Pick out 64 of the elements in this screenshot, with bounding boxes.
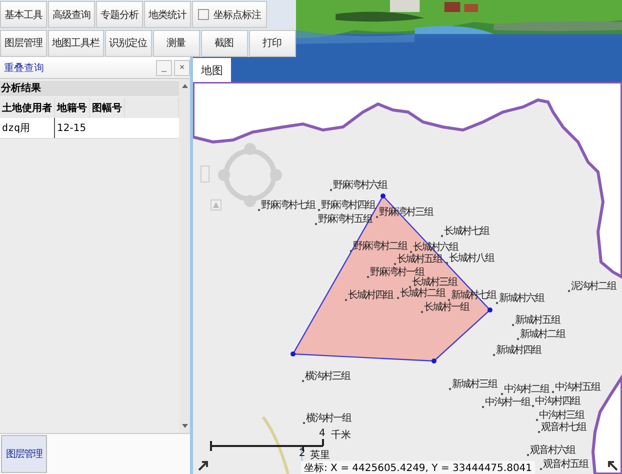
place-label: 长城村二组 xyxy=(397,288,445,300)
scroll-down-icon[interactable] xyxy=(180,423,188,429)
toolbar-button[interactable]: 图层管理 xyxy=(0,30,47,56)
place-label: 长城村一组 xyxy=(421,302,469,314)
place-label: 新城村二组 xyxy=(517,329,565,341)
coordinates-readout: 坐标: X = 4425605.4249, Y = 33444475.8041 xyxy=(301,461,536,474)
place-label: 野麻湾村四组 xyxy=(318,200,375,212)
place-label: 中沟村五组 xyxy=(552,382,600,394)
place-label: 新城村七组 xyxy=(448,290,496,302)
place-label: 观音村六组 xyxy=(527,445,575,457)
arrow-icon[interactable] xyxy=(608,461,618,471)
toolbar-button[interactable]: 截图 xyxy=(200,30,248,56)
road-line xyxy=(262,416,290,474)
place-label: 野麻湾村六组 xyxy=(330,180,387,192)
checkbox-button[interactable]: 坐标点标注 xyxy=(192,1,267,28)
place-label: 长城村七组 xyxy=(441,226,489,238)
place-label: 长城村八组 xyxy=(446,253,494,265)
place-label: 中沟村二组 xyxy=(501,384,549,396)
toolbar-button[interactable]: 专题分析 xyxy=(96,1,143,28)
column-header[interactable]: 图幅号 xyxy=(90,98,124,118)
table-cell: dzq用 xyxy=(0,118,54,138)
place-label: 中沟村三组 xyxy=(536,410,584,422)
place-label: 长城村四组 xyxy=(345,290,393,302)
panel-tab[interactable]: 图层管理 xyxy=(1,435,47,473)
place-label: 新城村四组 xyxy=(493,345,541,357)
minimize-button[interactable]: _ xyxy=(156,60,172,76)
scale-unit: 英里 xyxy=(310,448,330,462)
scale-label: 4 xyxy=(319,428,326,439)
scale-label: 2 xyxy=(299,448,306,459)
toolbar-button[interactable]: 地类统计 xyxy=(144,1,191,28)
column-header[interactable]: 地籍号 xyxy=(54,98,90,118)
place-label: 野麻湾村七组 xyxy=(258,200,315,212)
toolbar-button[interactable]: 高级查询 xyxy=(48,1,95,28)
toolbar-button[interactable]: 基本工具 xyxy=(0,1,47,28)
panel-title: 重叠查询 xyxy=(4,62,45,74)
scale-unit: 千米 xyxy=(331,428,351,442)
section-header: 分析结果 xyxy=(0,81,179,96)
place-label: 长城村五组 xyxy=(394,254,442,266)
arrow-icon[interactable] xyxy=(198,461,208,471)
place-label: 长城村三组 xyxy=(409,277,457,289)
place-label: 新城村三组 xyxy=(449,379,497,391)
place-label: 观音村五组 xyxy=(540,459,588,471)
table-cell: 12-15 xyxy=(54,118,90,138)
place-label: 横沟村三组 xyxy=(302,371,350,383)
toolbar-button[interactable]: 地图工具栏 xyxy=(48,30,104,56)
place-label: 新城村六组 xyxy=(496,293,544,305)
map-canvas[interactable] xyxy=(193,82,622,474)
map-tab[interactable]: 地图 xyxy=(193,58,231,82)
place-label: 观音村七组 xyxy=(538,422,586,434)
place-label: 中沟村四组 xyxy=(532,396,580,408)
place-label: 横沟村一组 xyxy=(303,413,351,425)
place-label: 新城村五组 xyxy=(512,315,560,327)
place-label: 中沟村一组 xyxy=(482,397,530,409)
checkbox[interactable] xyxy=(198,9,210,20)
scrollbar[interactable] xyxy=(179,79,190,433)
column-header[interactable]: 土地使用者 xyxy=(0,98,54,118)
toolbar-button[interactable]: 打印 xyxy=(248,30,296,56)
place-label: 泥沟村二组 xyxy=(568,281,616,293)
place-label: 长城村六组 xyxy=(410,242,458,254)
scroll-up-icon[interactable] xyxy=(180,83,188,89)
close-button[interactable]: × xyxy=(174,60,190,76)
toolbar-button[interactable]: 测量 xyxy=(152,30,200,56)
place-label: 野麻湾村二组 xyxy=(350,241,407,253)
toolbar-button[interactable]: 识别定位 xyxy=(104,30,152,56)
